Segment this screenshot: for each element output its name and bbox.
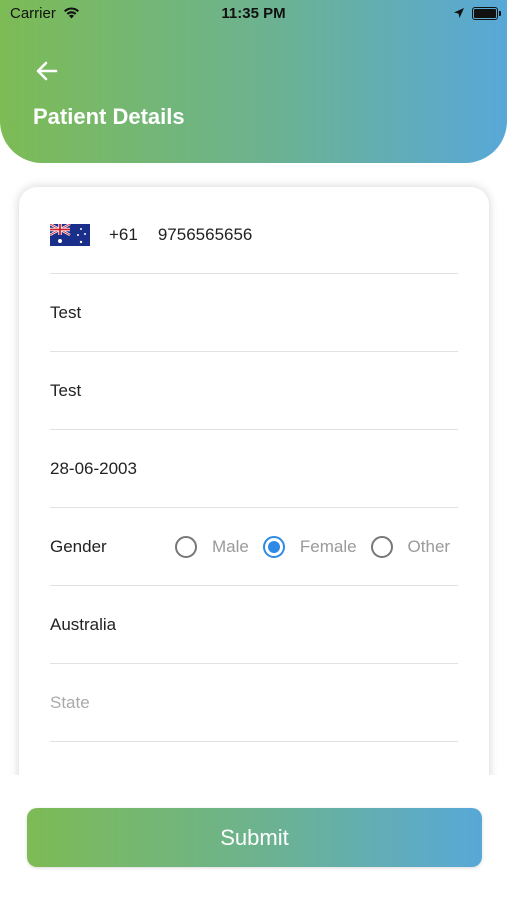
gender-radio-group: Male Female Other xyxy=(175,535,451,558)
gender-field: Gender Male Female Other xyxy=(50,508,458,586)
dob-field[interactable]: 28-06-2003 xyxy=(50,430,458,508)
last-name-field[interactable]: Test xyxy=(50,352,458,430)
first-name-value[interactable]: Test xyxy=(50,303,81,323)
gender-label: Gender xyxy=(50,536,107,556)
radio-selected-icon[interactable] xyxy=(262,535,285,558)
page-title: Patient Details xyxy=(33,104,185,129)
status-bar: Carrier 11:35 PM xyxy=(0,0,507,28)
gender-option-female[interactable]: Female xyxy=(262,535,357,558)
status-time: 11:35 PM xyxy=(221,5,286,22)
header: Carrier 11:35 PM Patient Details xyxy=(0,0,507,163)
dial-code[interactable]: +61 xyxy=(109,225,138,245)
state-placeholder[interactable]: State xyxy=(50,693,90,713)
submit-button[interactable]: Submit xyxy=(27,808,482,867)
patient-form-card: +61 9756565656 Test Test 28-06-2003 Gend… xyxy=(19,187,489,827)
radio-unselected-icon[interactable] xyxy=(370,535,393,558)
back-arrow-icon[interactable] xyxy=(34,58,60,84)
state-field[interactable]: State xyxy=(50,664,458,742)
country-value[interactable]: Australia xyxy=(50,615,116,635)
phone-number-input[interactable]: 9756565656 xyxy=(158,225,253,245)
dob-value[interactable]: 28-06-2003 xyxy=(50,459,137,479)
battery-icon xyxy=(472,7,501,20)
gender-option-male[interactable]: Male xyxy=(175,535,249,558)
australia-flag-icon[interactable] xyxy=(50,223,90,246)
gender-option-other[interactable]: Other xyxy=(370,535,451,558)
last-name-value[interactable]: Test xyxy=(50,381,81,401)
location-arrow-icon xyxy=(454,8,464,18)
gender-option-label: Male xyxy=(212,536,249,556)
gender-option-label: Female xyxy=(299,536,357,556)
phone-field[interactable]: +61 9756565656 xyxy=(50,196,458,274)
radio-unselected-icon[interactable] xyxy=(175,535,197,558)
first-name-field[interactable]: Test xyxy=(50,274,458,352)
gender-option-label: Other xyxy=(407,536,451,556)
country-field[interactable]: Australia xyxy=(50,586,458,664)
